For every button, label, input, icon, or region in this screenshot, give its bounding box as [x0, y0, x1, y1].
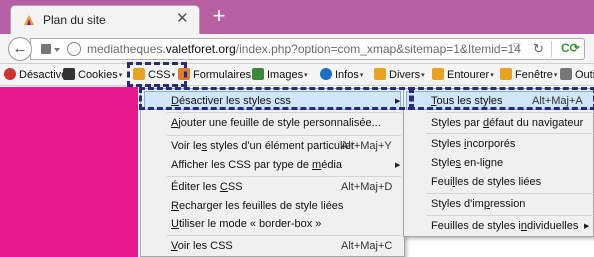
info-icon	[320, 68, 332, 80]
page-magenta-panel	[0, 87, 138, 257]
submenu-item-print[interactable]: Styles d'impression	[431, 195, 525, 213]
url-text[interactable]: mediatheques.valetforet.org/index.php?op…	[87, 42, 521, 56]
dropdown-caret-icon: ▾	[421, 72, 425, 79]
devbar-item-3[interactable]: Formulaires▾	[178, 67, 256, 83]
devbar-item-label: Formulaires	[193, 69, 252, 81]
globe-icon	[67, 42, 81, 56]
devbar-item-label: Infos	[335, 69, 359, 81]
new-tab-button[interactable]: +	[205, 5, 233, 28]
menu-item-add-stylesheet[interactable]: Ajouter une feuille de style personnalis…	[171, 114, 381, 132]
disable-icon	[4, 68, 16, 80]
annotation-box-all-styles	[409, 87, 594, 110]
browser-tab[interactable]: Plan du site ✕	[10, 5, 200, 34]
window-icon	[500, 68, 512, 80]
devbar-item-label: Entourer	[447, 69, 490, 81]
menu-item-border-box[interactable]: Utiliser le mode « border-box »	[171, 215, 321, 233]
url-separator	[551, 41, 552, 57]
url-host: valetforet.org	[165, 42, 236, 56]
devbar-item-label: Outils	[575, 69, 594, 81]
disable-css-submenu: Tous les styles Alt+Maj+A Styles par déf…	[403, 88, 594, 237]
back-button[interactable]: ←	[8, 37, 32, 61]
menu-separator	[426, 112, 594, 113]
menu-separator	[426, 133, 594, 134]
devbar-item-5[interactable]: Infos▾	[320, 67, 363, 83]
cookie-icon	[63, 68, 75, 80]
dropdown-caret-icon: ▾	[304, 72, 308, 79]
devbar-item-9[interactable]: Outils▾	[560, 67, 594, 83]
navigation-bar: mediatheques.valetforet.org/index.php?op…	[0, 34, 594, 64]
tab-close-icon[interactable]: ✕	[176, 10, 189, 28]
menu-item-css-by-media[interactable]: Afficher les CSS par type de média	[171, 156, 342, 174]
reload-icon[interactable]: ↻	[533, 41, 544, 57]
devbar-item-4[interactable]: Images▾	[252, 67, 308, 83]
submenu-item-individual[interactable]: Feuilles de styles individuelles	[431, 217, 578, 235]
submenu-item-linked[interactable]: Feuilles de styles liées	[431, 173, 541, 191]
menu-separator	[167, 235, 401, 236]
menu-separator	[167, 176, 401, 177]
devbar-item-label: Divers	[389, 69, 421, 81]
submenu-arrow-icon: ▶	[395, 162, 401, 169]
page-icon	[41, 44, 51, 54]
annotation-box-disable	[139, 87, 414, 110]
image-icon	[252, 68, 264, 80]
devbar-item-1[interactable]: Cookies▾	[63, 67, 122, 83]
menu-separator	[167, 112, 401, 113]
web-developer-toolbar: Désactiver▾Cookies▾CSS▾Formulaires▾Image…	[0, 64, 594, 86]
menu-item-view-element-styles[interactable]: Voir les styles d'un élément particulier	[171, 137, 355, 155]
dropdown-caret-icon: ▾	[118, 72, 123, 79]
divers-icon	[374, 68, 386, 80]
url-path: /index.php?option=com_xmap&sitemap=1&Ite…	[235, 42, 521, 56]
back-arrow-icon: ←	[12, 40, 28, 57]
dropdown-caret-icon: ▾	[490, 72, 494, 79]
shortcut-label: Alt+Maj+D	[341, 181, 393, 193]
css-dropdown-menu: Désactiver les styles css ▶ Ajouter une …	[140, 88, 405, 257]
submenu-item-inline[interactable]: Styles en-ligne	[431, 154, 503, 172]
dropdown-caret-icon: ▾	[359, 72, 364, 79]
outline-icon	[432, 68, 444, 80]
menu-item-edit-css[interactable]: Éditer les CSS	[171, 178, 243, 196]
submenu-arrow-icon: ▶	[584, 223, 590, 230]
page-icon-dropdown-icon[interactable]	[54, 48, 60, 52]
shortcut-label: Alt+Maj+C	[341, 240, 393, 252]
devbar-item-8[interactable]: Fenêtre▾	[500, 67, 557, 83]
submenu-item-embedded[interactable]: Styles incorporés	[431, 135, 515, 153]
devbar-item-7[interactable]: Entourer▾	[432, 67, 494, 83]
devbar-item-label: Images	[267, 69, 304, 81]
submenu-item-browser-default[interactable]: Styles par défaut du navigateur	[431, 114, 583, 132]
menu-separator	[167, 135, 401, 136]
tab-title: Plan du site	[43, 13, 106, 27]
tab-strip: Plan du site ✕ +	[0, 0, 594, 34]
menu-item-reload-stylesheets[interactable]: Recharger les feuilles de style liées	[171, 197, 343, 215]
url-prefix: mediatheques.	[87, 42, 166, 56]
menu-item-view-css[interactable]: Voir les CSS	[171, 237, 233, 255]
dropdown-caret-icon: ▾	[553, 72, 558, 79]
url-history-dropdown-icon[interactable]: ▽	[513, 42, 521, 53]
shortcut-label: Alt+Maj+Y	[341, 140, 392, 152]
tools-icon	[560, 68, 572, 80]
go-icon[interactable]: C⟳	[561, 41, 580, 55]
devbar-item-label: Fenêtre	[515, 69, 553, 81]
url-bar[interactable]: mediatheques.valetforet.org/index.php?op…	[30, 38, 585, 60]
annotation-box-css	[127, 62, 187, 87]
menu-separator	[426, 215, 594, 216]
site-favicon-icon	[24, 15, 34, 25]
menu-separator	[426, 193, 594, 194]
devbar-item-6[interactable]: Divers▾	[374, 67, 425, 83]
devbar-item-label: Cookies	[78, 69, 118, 81]
